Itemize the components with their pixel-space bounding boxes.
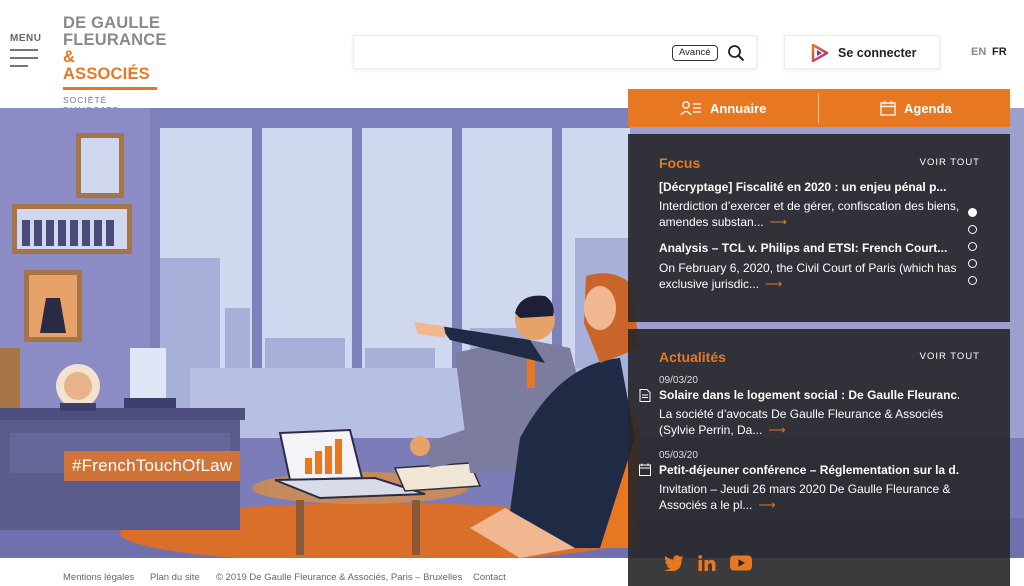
news-item-title[interactable]: Solaire dans le logement social : De Gau… <box>659 388 959 402</box>
news-view-all-link[interactable]: VOIR TOUT <box>920 351 980 362</box>
copyright-text: © 2019 De Gaulle Fleurance & Associés, P… <box>216 572 463 583</box>
calendar-icon <box>880 101 896 116</box>
site-footer: Mentions légales Plan du site © 2019 De … <box>0 558 628 586</box>
news-item-date: 05/03/20 <box>659 450 698 461</box>
play-logo-icon <box>811 44 829 62</box>
arrow-right-icon[interactable]: ⟶ <box>768 423 785 437</box>
carousel-dot[interactable] <box>968 225 977 234</box>
agenda-label: Agenda <box>904 100 952 116</box>
news-item-description-text: La société d’avocats De Gaulle Fleurance… <box>659 407 944 437</box>
logo-line-1: DE GAULLE <box>63 14 161 32</box>
contact-link[interactable]: Contact <box>473 572 506 583</box>
logo-line-3: & ASSOCIÉS <box>63 48 150 83</box>
news-item-description: La société d’avocats De Gaulle Fleurance… <box>659 406 969 438</box>
directory-link[interactable]: Annuaire <box>680 89 766 127</box>
site-logo[interactable]: DE GAULLE FLEURANCE & ASSOCIÉS SOCIÉTÉ D… <box>63 14 167 115</box>
search-box: Avancé <box>353 35 757 69</box>
search-icon[interactable] <box>727 44 745 62</box>
quick-access-bar: Annuaire Agenda <box>628 89 1010 127</box>
logo-divider <box>63 87 157 90</box>
logo-line-2: FLEURANCE <box>63 31 167 49</box>
focus-panel: Focus VOIR TOUT [Décryptage] Fiscalité e… <box>628 134 1010 322</box>
focus-item-description: Interdiction d’exercer et de gérer, conf… <box>659 198 969 230</box>
connect-button[interactable]: Se connecter <box>784 35 940 69</box>
menu-label: MENU <box>10 33 42 44</box>
arrow-right-icon[interactable]: ⟶ <box>770 215 787 229</box>
language-fr[interactable]: FR <box>992 46 1007 58</box>
legal-link[interactable]: Mentions légales <box>63 572 134 583</box>
linkedin-icon[interactable] <box>698 555 716 571</box>
menu-button[interactable]: MENU <box>10 33 42 73</box>
news-item-description-text: Invitation – Jeudi 26 mars 2020 De Gaull… <box>659 482 951 512</box>
twitter-icon[interactable] <box>664 555 684 571</box>
focus-title: Focus <box>659 155 701 171</box>
carousel-dot[interactable] <box>968 242 977 251</box>
advanced-search-button[interactable]: Avancé <box>672 45 718 61</box>
carousel-dot[interactable] <box>968 259 977 268</box>
sitemap-link[interactable]: Plan du site <box>150 572 200 583</box>
carousel-dot[interactable] <box>968 208 977 217</box>
arrow-right-icon[interactable]: ⟶ <box>765 277 782 291</box>
language-en[interactable]: EN <box>971 46 986 58</box>
document-icon <box>639 389 651 402</box>
focus-view-all-link[interactable]: VOIR TOUT <box>920 157 980 168</box>
focus-item-title[interactable]: Analysis – TCL v. Philips and ETSI: Fren… <box>659 241 959 255</box>
arrow-right-icon[interactable]: ⟶ <box>758 498 775 512</box>
focus-item-description: On February 6, 2020, the Civil Court of … <box>659 260 969 292</box>
carousel-pagination <box>968 208 980 293</box>
news-title: Actualités <box>659 349 726 365</box>
hashtag-banner: #FrenchTouchOfLaw <box>64 451 241 481</box>
quick-access-divider <box>818 93 819 123</box>
agenda-link[interactable]: Agenda <box>880 89 952 127</box>
focus-item-description-text: On February 6, 2020, the Civil Court of … <box>659 261 957 291</box>
connect-label: Se connecter <box>838 46 917 60</box>
focus-item-title[interactable]: [Décryptage] Fiscalité en 2020 : un enje… <box>659 180 959 194</box>
social-links <box>664 555 752 571</box>
carousel-dot[interactable] <box>968 276 977 285</box>
calendar-icon <box>639 463 651 476</box>
hamburger-icon <box>10 49 42 67</box>
directory-icon <box>680 101 701 116</box>
search-input[interactable] <box>364 42 664 64</box>
news-item-date: 09/03/20 <box>659 375 698 386</box>
directory-label: Annuaire <box>710 100 767 116</box>
youtube-icon[interactable] <box>730 555 752 571</box>
focus-item-description-text: Interdiction d’exercer et de gérer, conf… <box>659 199 960 229</box>
news-item-description: Invitation – Jeudi 26 mars 2020 De Gaull… <box>659 481 969 513</box>
news-item-title[interactable]: Petit-déjeuner conférence – Réglementati… <box>659 463 959 477</box>
news-panel: Actualités VOIR TOUT 09/03/20 Solaire da… <box>628 329 1010 586</box>
